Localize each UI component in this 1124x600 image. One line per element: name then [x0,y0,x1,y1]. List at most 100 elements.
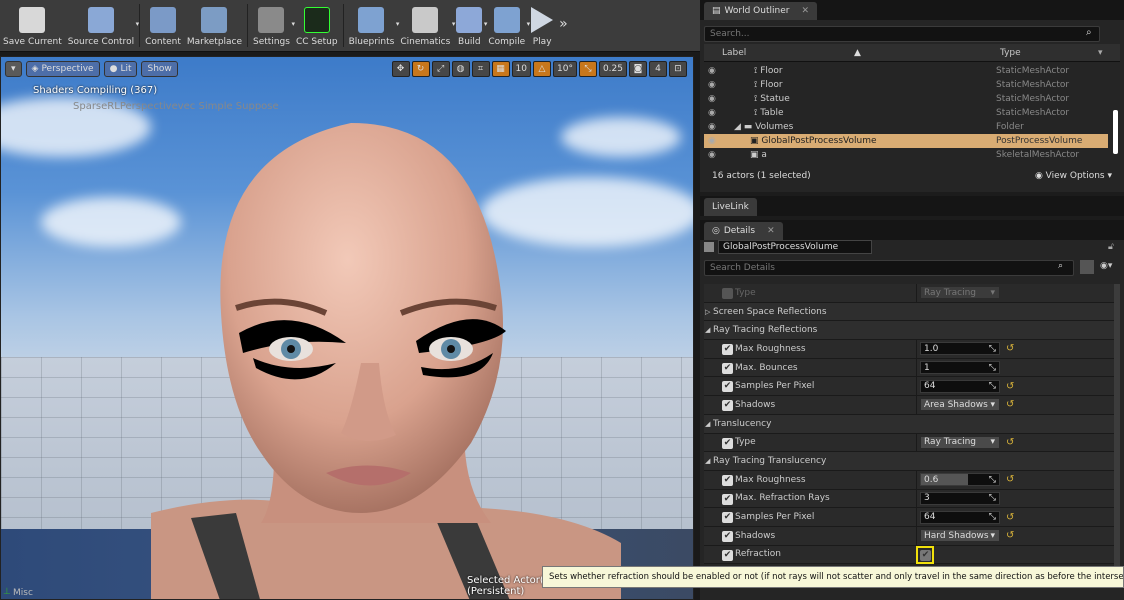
level-viewport[interactable]: ▾ ◈ Perspective ● Lit Show ✥ ↻ ⤢ ◍ ⌗ ▦ 10 … [0,56,694,600]
visibility-eye-icon[interactable]: ◉ [708,150,716,160]
category-ray-tracing-reflections[interactable]: ◢ Ray Tracing Reflections [704,321,1118,341]
angle-snap-value[interactable]: 10° [553,61,577,77]
category-ray-tracing-translucency[interactable]: ◢ Ray Tracing Translucency [704,452,1118,471]
blueprints-button[interactable]: Blueprints ▾ [346,0,399,51]
override-checkbox[interactable]: ✔ [722,437,733,449]
visibility-eye-icon[interactable]: ◉ [708,108,716,118]
visibility-eye-icon[interactable]: ◉ [708,94,716,104]
reset-to-default-icon[interactable]: ↺ [1006,437,1014,448]
tab-livelink[interactable]: LiveLink [704,198,757,216]
override-checkbox[interactable]: ✔ [722,530,733,542]
reset-to-default-icon[interactable]: ↺ [1006,343,1014,354]
build-button[interactable]: Build ▾ [453,0,487,51]
category-translucency[interactable]: ◢ Translucency [704,414,1118,434]
property-value-input[interactable]: 64 ⤡ [920,379,1000,393]
property-dropdown[interactable]: Ray Tracing ▾ [920,286,1000,300]
category-misc[interactable]: Misc [4,588,33,598]
property-dropdown[interactable]: Ray Tracing ▾ [920,435,1000,449]
outliner-row[interactable]: ◉ ⟟ Table StaticMeshActor [704,106,1108,120]
chevron-down-icon[interactable]: ▾ [1098,48,1103,58]
toolbar-overflow-button[interactable]: » [556,0,571,51]
override-checkbox[interactable] [722,288,733,299]
grid-snap-icon[interactable]: ▦ [491,61,510,77]
cc-setup-button[interactable]: CC Setup [293,0,341,51]
close-icon[interactable]: ✕ [767,226,775,236]
outliner-row[interactable]: ◉ ⟟ Floor StaticMeshActor [704,78,1108,92]
rotate-icon[interactable]: ↻ [411,61,430,77]
override-checkbox[interactable]: ✔ [722,549,733,561]
refraction-checkbox[interactable]: ✔ [920,549,931,561]
world-space-icon[interactable]: ◍ [451,61,470,77]
grid-view-icon[interactable] [1080,260,1094,274]
outliner-row[interactable]: ◉ ▣ a SkeletalMeshActor [704,148,1108,162]
visibility-eye-icon[interactable]: ◉ [708,136,716,146]
outliner-search-input[interactable]: Search... [704,26,1100,42]
details-scrollbar[interactable] [1114,284,1120,584]
property-dropdown[interactable]: Area Shadows ▾ [920,398,1000,412]
visibility-eye-icon[interactable]: ◉ [708,122,716,132]
scale-snap-value[interactable]: 0.25 [598,61,627,77]
visibility-eye-icon[interactable]: ◉ [708,80,716,90]
settings-button[interactable]: Settings ▾ [250,0,295,51]
camera-speed-icon[interactable]: ◙ [629,61,647,77]
expand-arrow-icon[interactable]: ▷ [705,308,710,316]
reset-to-default-icon[interactable]: ↺ [1006,512,1014,523]
eye-icon[interactable]: ◉▾ [1100,261,1112,271]
viewport-menu-button[interactable]: ▾ [5,61,22,77]
outliner-row[interactable]: ◉ ⟟ Floor StaticMeshActor [704,64,1108,78]
reset-to-default-icon[interactable]: ↺ [1006,474,1014,485]
camera-speed-value[interactable]: 4 [649,61,667,77]
reset-to-default-icon[interactable]: ↺ [1006,530,1014,541]
override-checkbox[interactable]: ✔ [722,381,733,393]
override-checkbox[interactable]: ✔ [722,344,733,356]
content-button[interactable]: Content [142,0,184,51]
property-value-input[interactable]: 1 ⤡ [920,361,1000,375]
property-value-input[interactable]: 0.6 ⤡ [920,473,1000,487]
reset-to-default-icon[interactable]: ↺ [1006,381,1014,392]
outliner-row[interactable]: ◉ ◢ ▬ Volumes Folder [704,120,1108,134]
angle-snap-icon[interactable]: △ [533,61,551,77]
tab-details[interactable]: ◎ Details ✕ [704,222,783,240]
override-checkbox[interactable]: ✔ [722,362,733,374]
expand-arrow-icon[interactable]: ◢ [705,457,710,465]
property-dropdown[interactable]: Hard Shadows ▾ [920,529,1000,543]
category-screen-space-reflections[interactable]: ▷ Screen Space Reflections [704,302,1118,322]
scale-snap-icon[interactable]: ⤡ [578,61,597,77]
cinematics-button[interactable]: Cinematics ▾ [397,0,455,51]
tab-world-outliner[interactable]: ▤ World Outliner ✕ [704,2,817,20]
property-value-input[interactable]: 64 ⤡ [920,510,1000,524]
view-options-button[interactable]: ◉ View Options ▾ [1035,171,1112,181]
outliner-row[interactable]: ◉ ⟟ Statue StaticMeshActor [704,92,1108,106]
maximize-viewport-icon[interactable]: ⊡ [669,61,687,77]
perspective-button[interactable]: ◈ Perspective [25,61,100,77]
override-checkbox[interactable]: ✔ [722,400,733,412]
details-search-input[interactable]: Search Details [704,260,1074,276]
lock-icon[interactable]: 🔓︎ [1108,242,1114,252]
close-icon[interactable]: ✕ [801,6,809,16]
save-current-button[interactable]: Save Current [0,0,65,51]
column-type-header[interactable]: Type [1000,48,1021,58]
chevron-down-icon[interactable]: ▾ [136,20,140,28]
outliner-row[interactable]: ◉ ▣ GlobalPostProcessVolume PostProcessVol… [704,134,1108,148]
translate-icon[interactable]: ✥ [391,61,410,77]
expand-arrow-icon[interactable]: ◢ [705,420,710,428]
source-control-button[interactable]: Source Control ▾ [65,0,140,51]
search-icon[interactable]: ⌕ [1058,261,1063,271]
scale-icon[interactable]: ⤢ [431,61,450,77]
outliner-scrollbar[interactable] [1113,110,1118,154]
grid-snap-value[interactable]: 10 [511,61,531,77]
show-button[interactable]: Show [141,61,178,77]
property-value-input[interactable]: 1.0 ⤡ [920,342,1000,356]
compile-button[interactable]: Compile ▾ [485,0,530,51]
column-label-header[interactable]: Label [722,48,746,58]
lit-button[interactable]: ● Lit [103,61,138,77]
expand-arrow-icon[interactable]: ◢ [705,326,710,334]
property-value-input[interactable]: 3 ⤡ [920,491,1000,505]
play-button[interactable]: Play [528,0,556,51]
marketplace-button[interactable]: Marketplace [184,0,245,51]
actor-name-field[interactable]: GlobalPostProcessVolume [718,240,872,254]
override-checkbox[interactable]: ✔ [722,474,733,486]
reset-to-default-icon[interactable]: ↺ [1006,399,1014,410]
search-icon[interactable]: ⌕ [1086,27,1092,38]
visibility-eye-icon[interactable]: ◉ [708,66,716,76]
